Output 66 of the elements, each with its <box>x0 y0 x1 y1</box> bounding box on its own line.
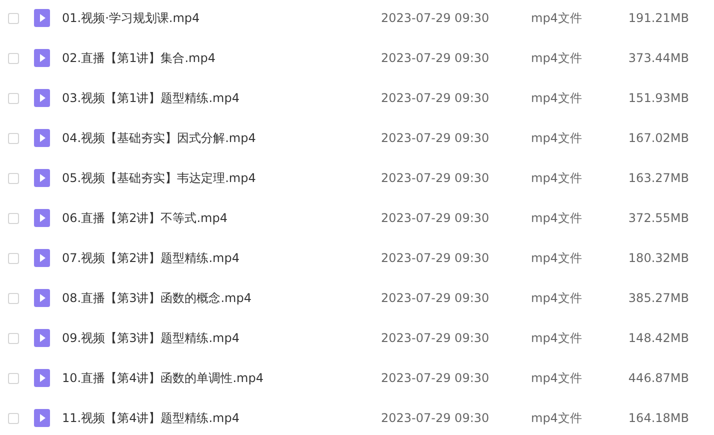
file-size: 373.44MB <box>627 51 689 65</box>
checkbox[interactable] <box>8 172 19 184</box>
checkbox[interactable] <box>8 52 19 64</box>
file-type: mp4文件 <box>531 290 583 306</box>
video-file-icon <box>34 49 50 67</box>
modified-date: 2023-07-29 09:30 <box>381 11 490 25</box>
video-file-icon <box>34 169 50 187</box>
file-name[interactable]: 03.视频【第1讲】题型精练.mp4 <box>62 90 381 106</box>
checkbox[interactable] <box>8 412 19 424</box>
file-name[interactable]: 11.视频【第4讲】题型精练.mp4 <box>62 410 381 426</box>
file-name[interactable]: 01.视频·学习规划课.mp4 <box>62 10 381 26</box>
file-size: 191.21MB <box>627 11 689 25</box>
video-file-icon <box>34 289 50 307</box>
video-file-icon <box>34 249 50 267</box>
file-type: mp4文件 <box>531 90 583 106</box>
checkbox[interactable] <box>8 372 19 384</box>
modified-date: 2023-07-29 09:30 <box>381 51 490 65</box>
modified-date: 2023-07-29 09:30 <box>381 91 490 105</box>
checkbox[interactable] <box>8 292 19 304</box>
file-type: mp4文件 <box>531 330 583 346</box>
checkbox[interactable] <box>8 212 19 224</box>
file-size: 151.93MB <box>627 91 689 105</box>
file-name[interactable]: 09.视频【第3讲】题型精练.mp4 <box>62 330 381 346</box>
file-type: mp4文件 <box>531 370 583 386</box>
checkbox[interactable] <box>8 12 19 24</box>
video-file-icon <box>34 409 50 427</box>
video-file-icon <box>34 9 50 27</box>
file-name[interactable]: 10.直播【第4讲】函数的单调性.mp4 <box>62 370 381 386</box>
video-file-icon <box>34 369 50 387</box>
file-name[interactable]: 07.视频【第2讲】题型精练.mp4 <box>62 250 381 266</box>
modified-date: 2023-07-29 09:30 <box>381 171 490 185</box>
video-file-icon <box>34 209 50 227</box>
file-size: 148.42MB <box>627 331 689 345</box>
modified-date: 2023-07-29 09:30 <box>381 331 490 345</box>
file-size: 164.18MB <box>627 411 689 425</box>
file-size: 385.27MB <box>627 291 689 305</box>
modified-date: 2023-07-29 09:30 <box>381 371 490 385</box>
file-size: 163.27MB <box>627 171 689 185</box>
file-type: mp4文件 <box>531 210 583 226</box>
file-type: mp4文件 <box>531 410 583 426</box>
file-name[interactable]: 04.视频【基础夯实】因式分解.mp4 <box>62 130 381 146</box>
file-size: 446.87MB <box>627 371 689 385</box>
checkbox[interactable] <box>8 252 19 264</box>
file-name[interactable]: 05.视频【基础夯实】韦达定理.mp4 <box>62 170 381 186</box>
file-type: mp4文件 <box>531 170 583 186</box>
file-type: mp4文件 <box>531 10 583 26</box>
file-size: 372.55MB <box>627 211 689 225</box>
modified-date: 2023-07-29 09:30 <box>381 251 490 265</box>
file-type: mp4文件 <box>531 50 583 66</box>
checkbox[interactable] <box>8 132 19 144</box>
video-file-icon <box>34 129 50 147</box>
file-name[interactable]: 06.直播【第2讲】不等式.mp4 <box>62 210 381 226</box>
checkbox[interactable] <box>8 92 19 104</box>
file-type: mp4文件 <box>531 250 583 266</box>
video-file-icon <box>34 89 50 107</box>
checkbox[interactable] <box>8 332 19 344</box>
file-type: mp4文件 <box>531 130 583 146</box>
file-size: 167.02MB <box>627 131 689 145</box>
video-file-icon <box>34 329 50 347</box>
modified-date: 2023-07-29 09:30 <box>381 211 490 225</box>
modified-date: 2023-07-29 09:30 <box>381 411 490 425</box>
modified-date: 2023-07-29 09:30 <box>381 291 490 305</box>
file-name[interactable]: 02.直播【第1讲】集合.mp4 <box>62 50 381 66</box>
file-size: 180.32MB <box>627 251 689 265</box>
modified-date: 2023-07-29 09:30 <box>381 131 490 145</box>
file-name[interactable]: 08.直播【第3讲】函数的概念.mp4 <box>62 290 381 306</box>
